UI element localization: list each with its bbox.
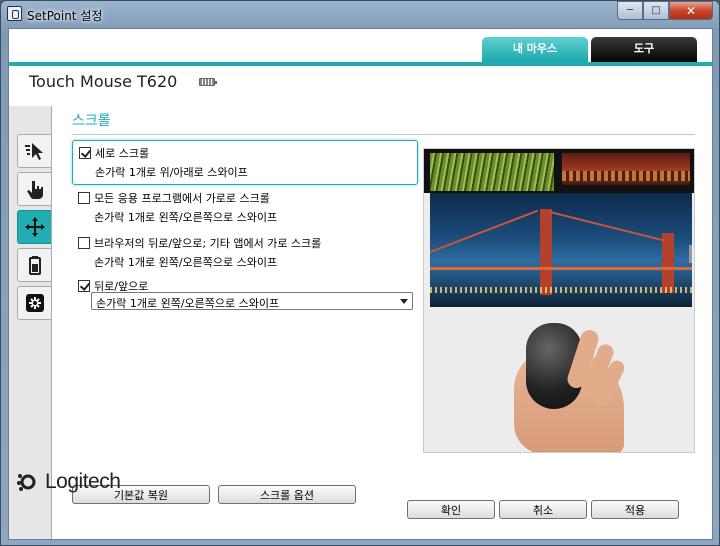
grass-photo-thumbnail	[430, 153, 554, 191]
sidebar-item-scrolling[interactable]	[17, 210, 51, 244]
preview-thumbnail-strip	[424, 149, 694, 193]
sidebar-item-battery[interactable]	[17, 248, 51, 282]
sidebar-item-settings[interactable]	[17, 286, 51, 320]
back-forward-gesture-select[interactable]: 손가락 1개로 왼쪽/오른쪽으로 스와이프	[91, 292, 413, 310]
bridge-cable	[430, 209, 539, 253]
gesture-preview-image	[423, 148, 695, 453]
tab-tools[interactable]: 도구	[591, 37, 697, 63]
preview-scroll-indicator	[689, 245, 692, 263]
bridge-road	[430, 267, 692, 270]
option-description: 손가락 1개로 위/아래로 스와이프	[95, 166, 248, 179]
option-label: 세로 스크롤	[95, 147, 150, 160]
vertical-scroll-checkbox[interactable]	[79, 147, 91, 159]
hand-on-mouse-illustration	[424, 309, 694, 452]
browser-back-forward-checkbox[interactable]	[78, 237, 90, 249]
device-name: Touch Mouse T620	[29, 72, 178, 91]
settings-gear-icon	[25, 294, 44, 312]
device-header: Touch Mouse T620	[9, 66, 712, 106]
sidebar-item-gestures[interactable]	[17, 172, 51, 206]
logitech-mark-icon	[16, 471, 38, 493]
tab-my-mouse[interactable]: 내 마우스	[482, 37, 588, 63]
section-divider	[72, 134, 695, 135]
horizontal-scroll-checkbox[interactable]	[78, 192, 90, 204]
option-horizontal-scroll-all[interactable]: 모든 응용 프로그램에서 가로로 스크롤 손가락 1개로 왼쪽/오른쪽으로 스와…	[72, 186, 418, 229]
logitech-logo: Logitech	[16, 469, 121, 495]
title-bar[interactable]: SetPoint 설정 ─ □ ✕	[1, 1, 719, 27]
bridge-photo	[430, 193, 692, 307]
close-icon: ✕	[685, 3, 697, 18]
sidebar-item-pointer[interactable]	[17, 134, 51, 168]
landscape-photo-thumbnail	[562, 153, 690, 185]
pointer-icon	[24, 143, 43, 160]
ok-button[interactable]: 확인	[407, 500, 495, 519]
cancel-button[interactable]: 취소	[499, 500, 587, 519]
apply-button[interactable]: 적용	[591, 500, 679, 519]
scroll-arrows-icon	[24, 217, 45, 237]
client-area: 내 마우스 도구 Touch Mouse T620 스크롤 세로 스크롤 손가락…	[8, 28, 713, 540]
close-button[interactable]: ✕	[669, 1, 713, 20]
minimize-button[interactable]: ─	[617, 1, 643, 20]
battery-icon	[28, 256, 41, 275]
option-browser-back-forward[interactable]: 브라우저의 뒤로/앞으로; 기타 앱에서 가로 스크롤 손가락 1개로 왼쪽/오…	[72, 231, 418, 274]
scroll-options-button[interactable]: 스크롤 옵션	[218, 485, 356, 504]
option-vertical-scroll[interactable]: 세로 스크롤 손가락 1개로 위/아래로 스와이프	[72, 140, 418, 185]
option-description: 손가락 1개로 왼쪽/오른쪽으로 스와이프	[94, 256, 278, 269]
chevron-down-icon	[400, 299, 408, 304]
window-controls: ─ □ ✕	[617, 1, 713, 20]
scroll-settings-panel: 스크롤 세로 스크롤 손가락 1개로 위/아래로 스와이프 모든 응용 프로그램…	[51, 106, 712, 539]
bridge-tower	[540, 209, 552, 295]
battery-level-icon	[199, 78, 217, 86]
maximize-icon: □	[651, 5, 661, 16]
bridge-tower	[662, 233, 674, 293]
dropdown-value: 손가락 1개로 왼쪽/오른쪽으로 스와이프	[96, 297, 280, 310]
bridge-cable	[549, 211, 665, 242]
setpoint-app-icon	[7, 6, 22, 21]
city-lights	[430, 287, 692, 293]
window-title: SetPoint 설정	[27, 9, 103, 23]
maximize-button[interactable]: □	[643, 1, 669, 20]
gesture-hand-icon	[26, 181, 43, 199]
setpoint-window: SetPoint 설정 ─ □ ✕ 내 마우스 도구 Touch Mouse T…	[0, 0, 720, 546]
option-label: 모든 응용 프로그램에서 가로로 스크롤	[94, 192, 270, 205]
section-title: 스크롤	[72, 113, 111, 129]
minimize-icon: ─	[626, 5, 634, 16]
back-forward-checkbox[interactable]	[78, 280, 90, 292]
tab-strip: 내 마우스 도구	[9, 29, 712, 63]
brand-name: Logitech	[45, 470, 121, 493]
option-description: 손가락 1개로 왼쪽/오른쪽으로 스와이프	[94, 211, 278, 224]
option-label: 브라우저의 뒤로/앞으로; 기타 앱에서 가로 스크롤	[94, 237, 322, 250]
